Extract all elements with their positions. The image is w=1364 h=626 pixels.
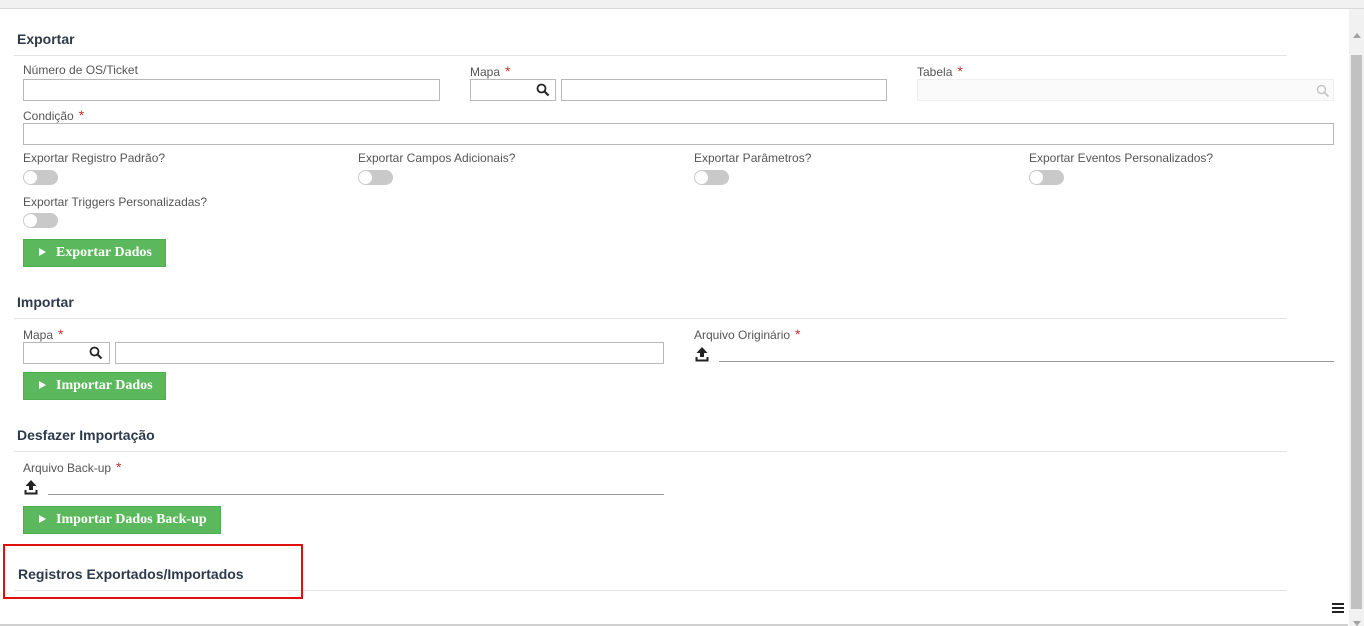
toggle-parameters[interactable] xyxy=(694,170,729,185)
import-map-label: Mapa * xyxy=(23,326,64,342)
condition-label: Condição * xyxy=(23,107,85,123)
play-icon xyxy=(39,514,46,523)
required-asterisk: * xyxy=(957,63,963,79)
ticket-input[interactable] xyxy=(23,79,440,101)
option-label-additional-fields: Exportar Campos Adicionais? xyxy=(358,151,516,165)
toggle-custom-events[interactable] xyxy=(1029,170,1064,185)
import-divider xyxy=(14,318,1287,319)
required-asterisk: * xyxy=(116,459,122,475)
play-icon xyxy=(39,247,46,256)
scrollbar-thumb[interactable] xyxy=(1351,55,1362,609)
vertical-scrollbar[interactable] xyxy=(1349,9,1364,626)
required-asterisk: * xyxy=(58,326,64,342)
search-icon[interactable] xyxy=(89,346,103,360)
required-asterisk: * xyxy=(505,63,511,79)
menu-icon[interactable] xyxy=(1332,603,1344,615)
source-file-field[interactable] xyxy=(719,361,1334,362)
import-data-button[interactable]: Importar Dados xyxy=(23,372,166,400)
table-label: Tabela * xyxy=(917,63,963,79)
export-divider xyxy=(14,55,1287,56)
export-map-label: Mapa * xyxy=(470,63,511,79)
ticket-label: Número de OS/Ticket xyxy=(23,63,138,77)
table-input[interactable] xyxy=(917,79,1334,101)
table-search-icon[interactable] xyxy=(1316,84,1330,98)
option-label-custom-events: Exportar Eventos Personalizados? xyxy=(1029,151,1214,165)
import-section-title: Importar xyxy=(17,294,74,310)
undo-import-section-title: Desfazer Importação xyxy=(17,427,155,443)
highlight-box xyxy=(3,544,303,599)
backup-file-label: Arquivo Back-up * xyxy=(23,459,122,475)
toggle-custom-triggers[interactable] xyxy=(23,213,58,228)
import-map-description-input[interactable] xyxy=(115,342,664,364)
import-backup-data-button[interactable]: Importar Dados Back-up xyxy=(23,506,221,534)
condition-input[interactable] xyxy=(23,123,1334,145)
backup-file-field[interactable] xyxy=(48,494,664,495)
source-file-label: Arquivo Originário * xyxy=(694,326,801,342)
option-label-parameters: Exportar Parâmetros? xyxy=(694,151,812,165)
toggle-standard-record[interactable] xyxy=(23,170,58,185)
option-label-custom-triggers: Exportar Triggers Personalizadas? xyxy=(23,195,208,209)
search-icon[interactable] xyxy=(536,83,550,97)
required-asterisk: * xyxy=(78,107,85,123)
required-asterisk: * xyxy=(795,326,801,342)
play-icon xyxy=(39,380,46,389)
export-map-description-input[interactable] xyxy=(561,79,887,101)
option-label-standard-record: Exportar Registro Padrão? xyxy=(23,151,166,165)
export-data-button[interactable]: Exportar Dados xyxy=(23,239,166,267)
scroll-down-arrow-icon[interactable] xyxy=(1353,621,1361,626)
export-section-title: Exportar xyxy=(17,31,75,47)
scroll-up-arrow-icon[interactable] xyxy=(1353,33,1361,38)
browser-top-bar xyxy=(0,0,1364,9)
upload-icon[interactable] xyxy=(24,479,38,495)
upload-icon[interactable] xyxy=(695,346,709,362)
toggle-additional-fields[interactable] xyxy=(358,170,393,185)
undo-import-divider xyxy=(14,451,1287,452)
